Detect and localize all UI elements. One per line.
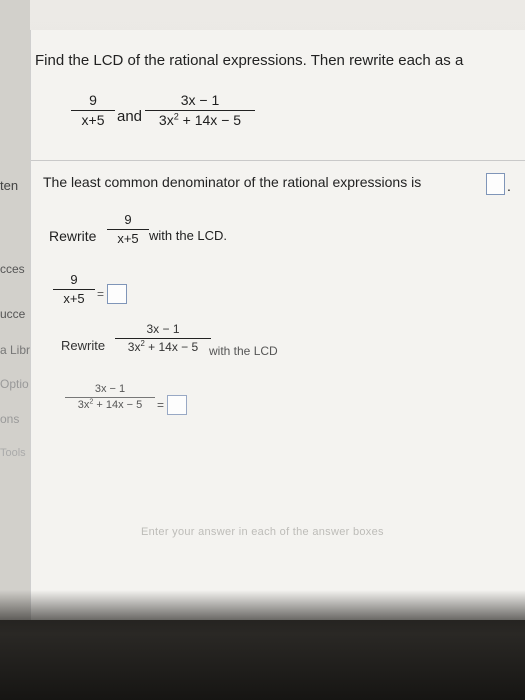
screen: ten cces ucce a Libr Optio ons Tools Fin…	[0, 0, 525, 620]
nav-item-5[interactable]: ons	[0, 412, 19, 426]
given-fraction-1: 9 x+5	[71, 92, 115, 128]
given-fraction-2-denominator: 3x2 + 14x − 5	[158, 111, 242, 128]
fraction-bar	[53, 289, 95, 290]
section-divider	[31, 160, 525, 161]
answer-fraction-2-denominator: 3x2 + 14x − 5	[77, 397, 143, 411]
nav-item-2[interactable]: ucce	[0, 307, 25, 321]
rewrite-fraction-2-numerator: 3x − 1	[146, 322, 180, 336]
rewrite-answer-box-2[interactable]	[167, 395, 187, 415]
answer-fraction-2-numerator: 3x − 1	[94, 383, 126, 395]
desk-shadow	[0, 590, 525, 700]
nav-item-6[interactable]: Tools	[0, 447, 26, 459]
nav-item-3[interactable]: a Libr	[0, 343, 30, 357]
rewrite-fraction-1: 9 x+5	[107, 212, 149, 246]
question-panel: Find the LCD of the rational expressions…	[30, 30, 525, 620]
answer-fraction-1-numerator: 9	[70, 272, 78, 287]
nav-item-4[interactable]: Optio	[0, 377, 29, 391]
answer-fraction-1: 9 x+5	[53, 272, 95, 306]
fraction-bar	[71, 110, 115, 111]
rewrite-fraction-2: 3x − 1 3x2 + 14x − 5	[115, 322, 211, 354]
and-label: and	[117, 108, 143, 125]
equals-sign-2: =	[157, 398, 165, 412]
fraction-bar	[65, 397, 155, 398]
lcd-answer-box[interactable]	[486, 173, 505, 195]
rewrite-suffix-2: with the LCD	[209, 344, 278, 358]
left-navigation: ten cces ucce a Libr Optio ons Tools	[0, 0, 30, 620]
given-fraction-1-denominator: x+5	[81, 112, 105, 128]
rewrite-label-2: Rewrite	[61, 338, 106, 353]
nav-item-0[interactable]: ten	[0, 178, 18, 193]
nav-item-1[interactable]: cces	[0, 262, 25, 276]
rewrite-fraction-1-denominator: x+5	[117, 231, 139, 246]
problem-instruction: Find the LCD of the rational expressions…	[35, 52, 464, 69]
given-fraction-2-numerator: 3x − 1	[180, 92, 220, 108]
rewrite-label-1: Rewrite	[49, 228, 97, 244]
rewrite-fraction-2-denominator: 3x2 + 14x − 5	[127, 339, 199, 354]
answer-fraction-2: 3x − 1 3x2 + 14x − 5	[65, 383, 155, 411]
answer-fraction-1-denominator: x+5	[63, 291, 85, 306]
fraction-bar	[107, 229, 149, 230]
lcd-period: .	[507, 178, 511, 194]
rewrite-answer-box-1[interactable]	[107, 284, 127, 304]
fraction-bar	[115, 338, 211, 339]
given-fraction-1-numerator: 9	[89, 92, 97, 108]
rewrite-fraction-1-numerator: 9	[124, 212, 132, 227]
rewrite-suffix-1: with the LCD.	[149, 228, 228, 243]
answer-hint: Enter your answer in each of the answer …	[141, 526, 384, 538]
fraction-bar	[145, 110, 255, 111]
equals-sign-1: =	[97, 287, 105, 301]
given-fraction-2: 3x − 1 3x2 + 14x − 5	[145, 92, 255, 128]
lcd-prompt: The least common denominator of the rati…	[43, 174, 422, 190]
